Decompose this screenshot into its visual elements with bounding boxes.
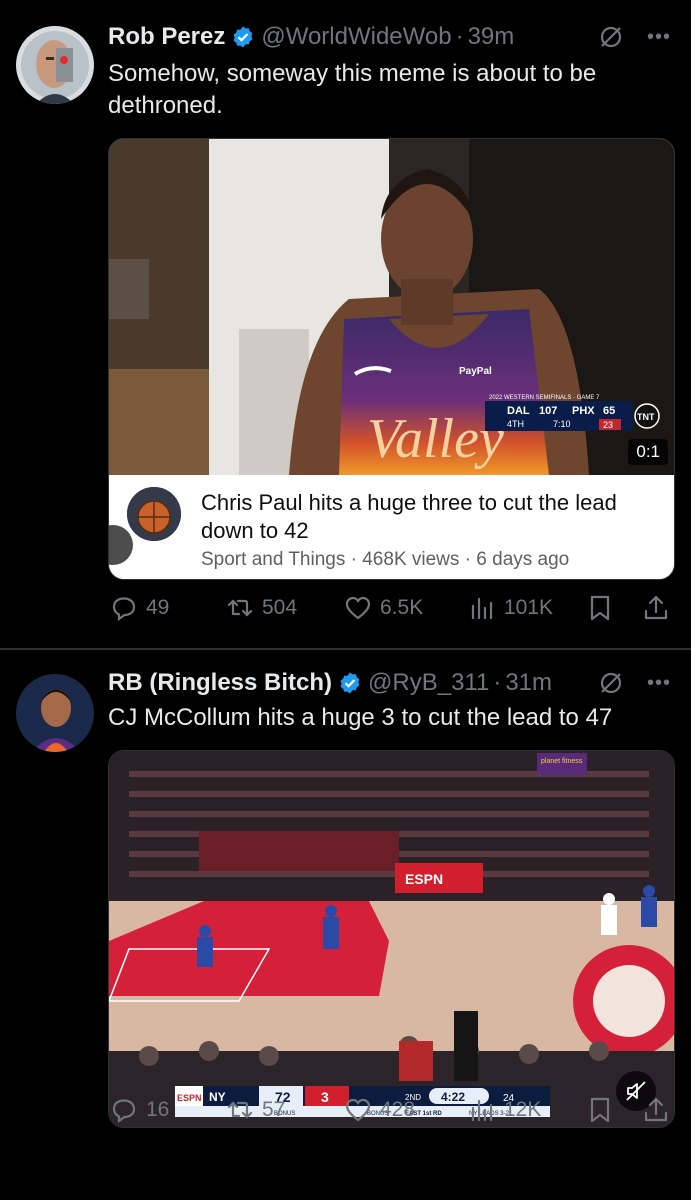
handle[interactable]: @WorldWideWob xyxy=(261,23,451,51)
action-bar: 49 504 6.5K 101K xyxy=(108,588,674,628)
repost-count: 504 xyxy=(262,596,298,619)
reply-icon xyxy=(112,1099,136,1124)
repost-count: 57 xyxy=(262,1098,286,1121)
like-button[interactable]: 6.5K xyxy=(344,588,423,628)
youtube-card[interactable]: PayPal Valley 2022 WESTERN SEMIFINALS · … xyxy=(108,138,675,580)
team1-label: DAL xyxy=(507,405,530,417)
reply-count: 49 xyxy=(146,596,170,619)
grok-icon[interactable] xyxy=(597,23,625,51)
views-button[interactable]: 12K xyxy=(468,1090,541,1130)
tweet[interactable]: RB (Ringless Bitch) @RyB_311 · 31m ••• C… xyxy=(0,650,691,1200)
share-icon xyxy=(644,1097,668,1122)
card-nav-icon[interactable] xyxy=(109,525,133,565)
separator-dot: · xyxy=(455,23,464,50)
bookmark-icon xyxy=(590,1097,610,1123)
tweet[interactable]: Rob Perez @WorldWideWob · 39m ••• Someho… xyxy=(0,0,691,648)
verified-badge-icon xyxy=(231,25,255,49)
views-button[interactable]: 101K xyxy=(468,588,553,628)
team1-score: 107 xyxy=(539,405,557,417)
shot-clock: 23 xyxy=(603,420,613,430)
verified-badge-icon xyxy=(338,671,362,695)
video-player[interactable]: planet fitness ESPN ESPN NY 72 3 2ND 4:2… xyxy=(108,750,675,1128)
tweet-header: RB (Ringless Bitch) @RyB_311 · 31m ••• xyxy=(108,666,671,700)
reply-button[interactable]: 49 xyxy=(110,588,169,628)
analytics-icon xyxy=(471,597,493,620)
action-bar: 16 57 428 12K xyxy=(108,1090,674,1130)
display-name[interactable]: RB (Ringless Bitch) xyxy=(108,669,332,697)
heart-icon xyxy=(345,1098,371,1122)
bookmark-icon xyxy=(590,595,610,621)
more-options-icon[interactable]: ••• xyxy=(647,26,671,49)
arena-sign-text: planet fitness xyxy=(541,758,583,765)
avatar[interactable] xyxy=(16,26,94,104)
heart-icon xyxy=(345,596,371,620)
display-name[interactable]: Rob Perez xyxy=(108,23,225,51)
team2-label: PHX xyxy=(572,405,595,417)
handle[interactable]: @RyB_311 xyxy=(368,669,489,697)
video-thumbnail[interactable]: PayPal Valley 2022 WESTERN SEMIFINALS · … xyxy=(109,139,675,475)
repost-button[interactable]: 57 xyxy=(226,1090,285,1130)
grok-icon[interactable] xyxy=(597,669,625,697)
like-count: 6.5K xyxy=(380,596,424,619)
analytics-icon xyxy=(471,1099,493,1122)
network-label: ESPN xyxy=(405,871,443,887)
repost-button[interactable]: 504 xyxy=(226,588,297,628)
channel-avatar[interactable] xyxy=(127,487,181,541)
like-button[interactable]: 428 xyxy=(344,1090,415,1130)
view-count: 101K xyxy=(504,596,554,619)
bookmark-button[interactable] xyxy=(586,1090,614,1130)
share-icon xyxy=(644,595,668,620)
network-label: TNT xyxy=(637,412,655,422)
tweet-text: Somehow, someway this meme is about to b… xyxy=(108,60,597,119)
team2-score: 65 xyxy=(603,405,615,417)
bookmark-button[interactable] xyxy=(586,588,614,628)
share-button[interactable] xyxy=(642,1090,670,1130)
repost-icon xyxy=(227,599,253,617)
jersey-text: Valley xyxy=(367,408,504,470)
video-frame[interactable]: planet fitness ESPN ESPN NY 72 3 2ND 4:2… xyxy=(109,751,675,1128)
tweet-header: Rob Perez @WorldWideWob · 39m ••• xyxy=(108,20,671,54)
video-meta: Sport and Things · 468K views · 6 days a… xyxy=(201,549,570,570)
reply-icon xyxy=(112,597,136,622)
reply-button[interactable]: 16 xyxy=(110,1090,169,1130)
reply-count: 16 xyxy=(146,1098,170,1121)
card-caption[interactable]: Chris Paul hits a huge three to cut the … xyxy=(109,475,674,579)
separator-dot: · xyxy=(493,669,502,696)
game-clock: 7:10 xyxy=(553,419,571,429)
tweet-text: CJ McCollum hits a huge 3 to cut the lea… xyxy=(108,704,613,731)
timestamp[interactable]: 39m xyxy=(468,23,515,51)
video-title[interactable]: Chris Paul hits a huge three to cut the … xyxy=(201,489,656,545)
like-count: 428 xyxy=(380,1098,416,1121)
svg-text:PayPal: PayPal xyxy=(459,366,492,377)
avatar[interactable] xyxy=(16,674,94,752)
game-period: 4TH xyxy=(507,419,524,429)
share-button[interactable] xyxy=(642,588,670,628)
view-count: 12K xyxy=(504,1098,542,1121)
timestamp[interactable]: 31m xyxy=(505,669,552,697)
repost-icon xyxy=(227,1101,253,1119)
video-duration: 0:1 xyxy=(628,439,668,465)
more-options-icon[interactable]: ••• xyxy=(647,672,671,695)
scoreboard-title: 2022 WESTERN SEMIFINALS · GAME 7 xyxy=(489,395,600,401)
